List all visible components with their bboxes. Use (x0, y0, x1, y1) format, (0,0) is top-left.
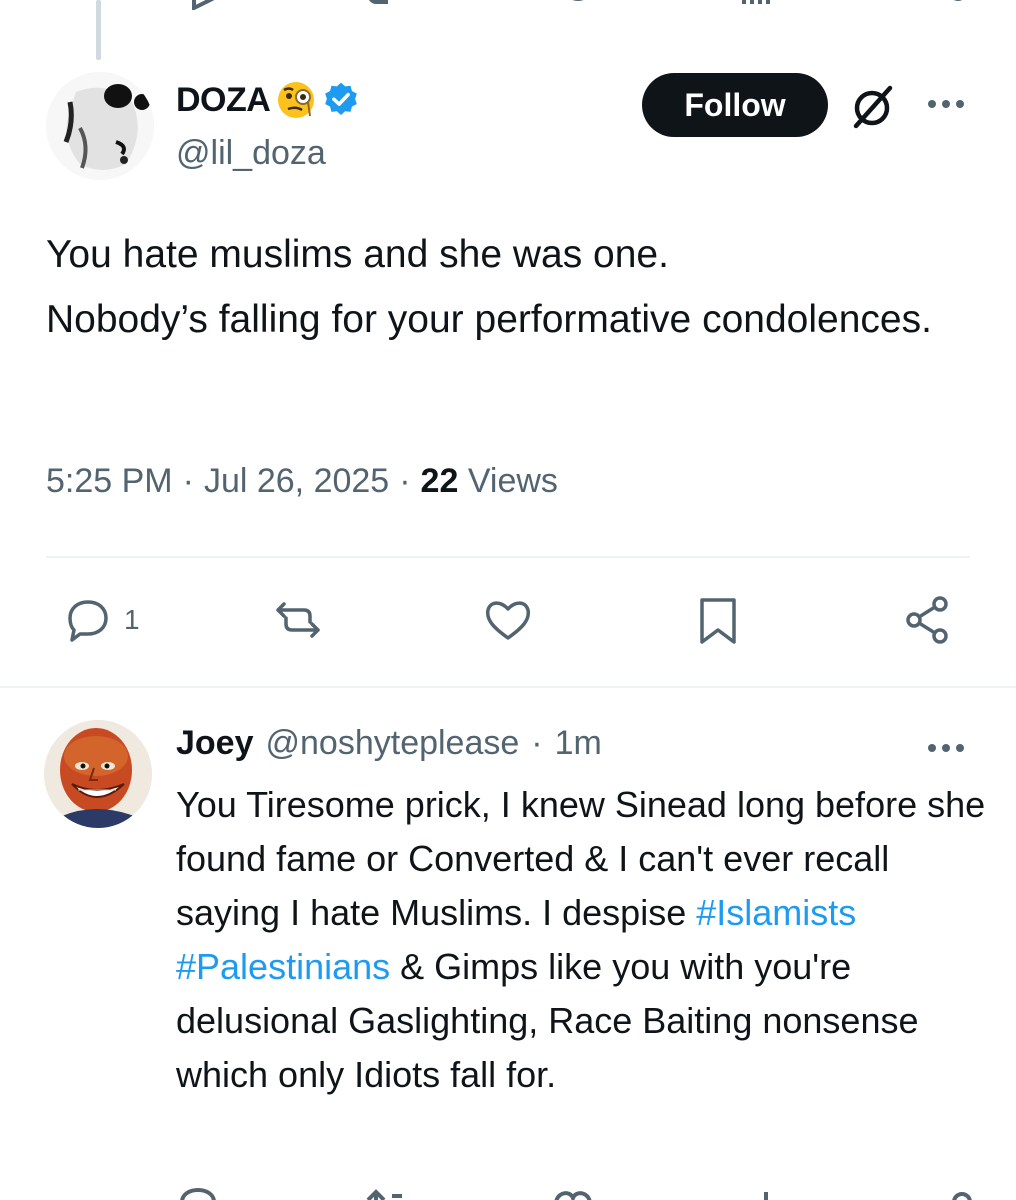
share-icon[interactable] (944, 0, 974, 10)
author-handle[interactable]: @lil_doza (176, 134, 326, 173)
author-name-row[interactable]: DOZA (176, 80, 360, 120)
grok-icon[interactable] (848, 82, 898, 132)
face-with-monocle-emoji-icon (278, 82, 315, 118)
divider (0, 686, 1016, 688)
reply-button[interactable]: 1 (60, 592, 140, 648)
reply-icon[interactable] (176, 1186, 222, 1200)
display-name[interactable]: Joey (176, 724, 254, 763)
reply-icon (68, 600, 108, 642)
hashtag-link[interactable]: #Islamists (696, 892, 856, 933)
share-icon[interactable] (940, 1186, 980, 1200)
reply-author-row[interactable]: Joey @noshyteplease · 1m (176, 724, 602, 763)
follow-button[interactable]: Follow (642, 73, 828, 137)
tweet-date[interactable]: Jul 26, 2025 (204, 462, 389, 501)
meta-separator: · (182, 462, 194, 500)
divider (46, 556, 970, 558)
views-icon[interactable] (738, 0, 778, 10)
tweet-meta: 5:25 PM · Jul 26, 2025 · 22 Views (46, 462, 558, 501)
repost-button[interactable] (270, 592, 326, 648)
meta-separator: · (531, 724, 543, 762)
avatar[interactable] (46, 72, 154, 180)
tweet-text: You hate muslims and she was one. Nobody… (46, 233, 932, 341)
views[interactable]: 22 Views (421, 462, 558, 501)
reply-text-part: You Tiresome prick, I knew Sinead long b… (176, 784, 986, 933)
hashtag-link[interactable]: #Palestinians (176, 946, 390, 987)
repost-icon[interactable] (362, 1186, 412, 1200)
reply-text: You Tiresome prick, I knew Sinead long b… (176, 778, 986, 1102)
tweet-action-bar: 1 (0, 592, 1016, 656)
verified-badge-icon[interactable] (322, 81, 360, 119)
display-name[interactable]: DOZA (176, 81, 271, 120)
bookmark-icon (700, 598, 736, 644)
more-horizontal-icon[interactable] (924, 92, 968, 116)
more-horizontal-icon[interactable] (924, 736, 968, 760)
reply-time[interactable]: 1m (555, 724, 602, 763)
heart-icon (485, 601, 531, 640)
bookmark-button[interactable] (690, 592, 746, 648)
heart-icon[interactable] (548, 1186, 598, 1200)
meta-separator: · (399, 462, 411, 500)
avatar[interactable] (44, 720, 152, 828)
tweet-detail-page: DOZA @lil_doza Follow You hate muslims a… (0, 0, 1016, 1200)
author-handle[interactable]: @noshyteplease (266, 724, 520, 763)
previous-tweet-actions (0, 0, 1016, 10)
reply-icon[interactable] (190, 0, 230, 10)
views-count: 22 (420, 462, 459, 500)
thread-connector-line (96, 0, 101, 60)
reply-count: 1 (124, 604, 140, 635)
repost-icon (276, 602, 320, 638)
views-icon[interactable] (752, 1186, 782, 1200)
heart-icon[interactable] (558, 0, 598, 10)
repost-icon[interactable] (366, 0, 416, 10)
tweet-time[interactable]: 5:25 PM (46, 462, 173, 501)
views-label: Views (467, 462, 558, 500)
share-icon (906, 596, 948, 644)
share-button[interactable] (900, 592, 956, 648)
like-button[interactable] (480, 592, 536, 648)
reply-tweet-actions (0, 1186, 1016, 1200)
